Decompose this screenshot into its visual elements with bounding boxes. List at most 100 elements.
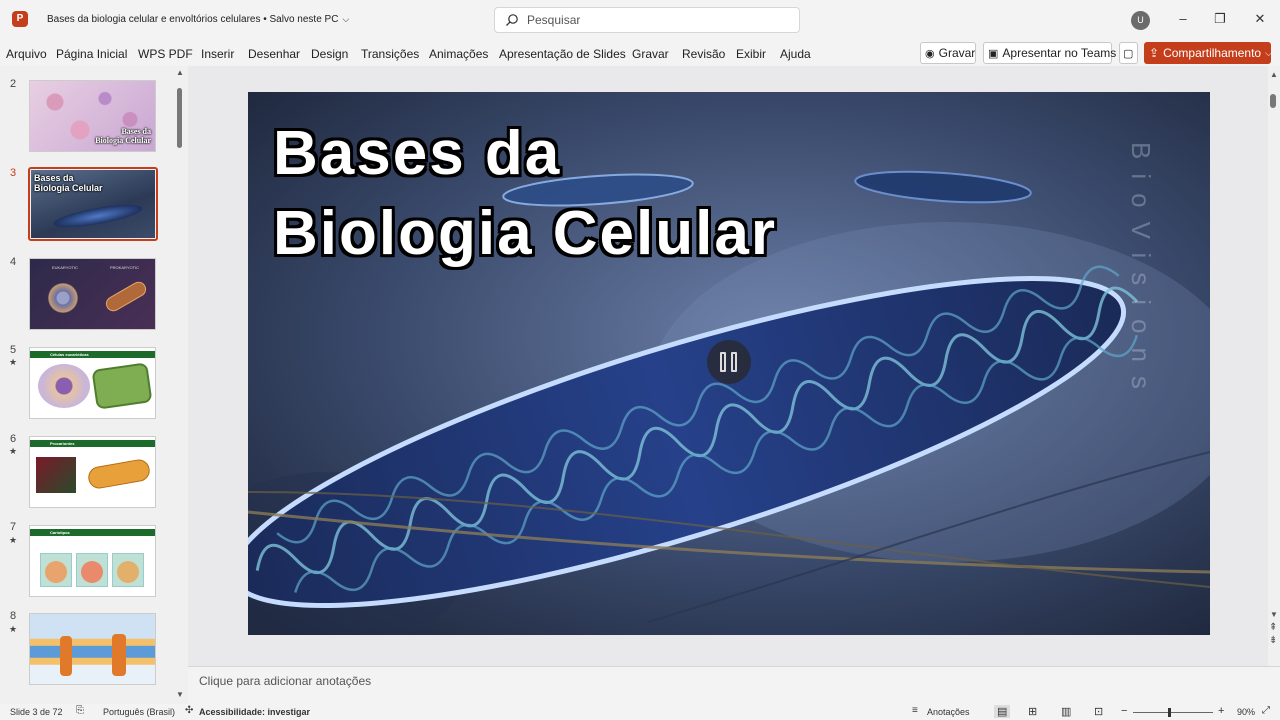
slide-thumbnail[interactable]: Células eucarióticas (29, 347, 156, 419)
slide-number: 7 (10, 521, 17, 533)
slide-number: 6 (10, 433, 17, 445)
slide-thumbnail[interactable] (29, 613, 156, 685)
slide-thumbnail[interactable]: Bases da Biologia Celular (29, 80, 156, 152)
star-icon: ★ (9, 535, 18, 545)
slide-thumbnail[interactable]: Cariotipos (29, 525, 156, 597)
star-icon: ★ (9, 624, 18, 634)
zoom-level[interactable]: 90% (1237, 707, 1255, 717)
tab-transicoes[interactable]: Transições (361, 47, 419, 61)
search-box[interactable] (494, 7, 800, 33)
teams-icon: ▣ (988, 47, 999, 60)
teams-label: Apresentar no Teams (1002, 46, 1117, 60)
record-label: Gravar (938, 46, 976, 60)
chevron-down-icon: ⌵ (1265, 47, 1272, 58)
prokaryote-diagram-shape (86, 457, 152, 491)
zoom-out-icon[interactable]: − (1121, 705, 1127, 717)
present-in-teams-button[interactable]: ▣ Apresentar no Teams (983, 42, 1116, 64)
scroll-down-icon[interactable]: ▼ (176, 690, 184, 699)
star-icon: ★ (9, 446, 18, 456)
thumb-title-line: Bases da (121, 127, 151, 136)
slide-count: Slide 3 de 72 (10, 707, 63, 717)
scroll-down-icon[interactable]: ▼ (1270, 610, 1278, 619)
tab-exibir[interactable]: Exibir (736, 47, 766, 61)
document-title-text: Bases da biologia celular e envoltórios … (47, 14, 339, 25)
notes-toggle[interactable]: Anotações (927, 707, 970, 717)
record-icon: ◉ (925, 47, 935, 60)
plant-cell-shape (91, 362, 153, 410)
thumb-label: PROKARYOTIC (110, 265, 140, 270)
tab-animacoes[interactable]: Animações (429, 47, 488, 61)
slide-title-line: Biologia Celular (273, 199, 777, 268)
avatar[interactable]: U (1131, 11, 1150, 30)
thumb-header: Procariontes (50, 441, 75, 446)
thumb-title-line: Biologia Celular (34, 183, 103, 193)
comments-button[interactable]: ▢ (1119, 42, 1138, 64)
thumb-label: EUKARYOTIC (52, 265, 78, 270)
prokaryotic-cell-shape (103, 279, 149, 314)
comment-icon: ▢ (1123, 47, 1134, 60)
tab-wps-pdf[interactable]: WPS PDF (138, 47, 193, 61)
tab-ajuda[interactable]: Ajuda (780, 47, 811, 61)
tab-apresentacao-de-slides[interactable]: Apresentação de Slides (499, 47, 626, 61)
zoom-slider-handle[interactable] (1168, 708, 1171, 717)
scroll-up-icon[interactable]: ▲ (1270, 70, 1278, 79)
accessibility-status[interactable]: Acessibilidade: investigar (199, 707, 310, 717)
status-bar: Slide 3 de 72 ⎘ Português (Brasil) ✣ Ace… (0, 704, 1280, 720)
star-icon: ★ (9, 357, 18, 367)
slide-title[interactable]: Bases da Biologia Celular (273, 114, 777, 274)
tab-pagina-inicial[interactable]: Página Inicial (56, 47, 127, 61)
slide-sorter-icon[interactable]: ⊞ (1028, 705, 1037, 718)
slide-number: 8 (10, 610, 17, 622)
ribbon-tabs: Arquivo Página Inicial WPS PDF Inserir D… (0, 40, 1280, 66)
tab-design[interactable]: Design (311, 47, 348, 61)
tab-inserir[interactable]: Inserir (201, 47, 234, 61)
record-button[interactable]: ◉ Gravar (920, 42, 976, 64)
scroll-up-icon[interactable]: ▲ (176, 68, 184, 77)
accessibility-icon: ✣ (185, 705, 194, 716)
slide-number: 5 (10, 344, 17, 356)
slide-thumbnail[interactable]: Procariontes (29, 436, 156, 508)
share-icon: ⇪ (1149, 46, 1160, 60)
thumb-header: Células eucarióticas (50, 352, 89, 357)
spellcheck-icon[interactable]: ⎘ (76, 705, 84, 716)
slide-number: 2 (10, 78, 17, 90)
watermark: BioVisions (1126, 142, 1156, 403)
language[interactable]: Português (Brasil) (103, 707, 175, 717)
tab-desenhar[interactable]: Desenhar (248, 47, 300, 61)
zoom-slider[interactable] (1133, 712, 1213, 713)
bacteria-photo-shape (36, 457, 76, 493)
share-button[interactable]: ⇪ Compartilhamento ⌵ (1144, 42, 1272, 64)
thumb-title-line: Bases da (34, 173, 74, 183)
thumbnail-scrollbar[interactable] (174, 66, 184, 704)
chevron-down-icon[interactable]: ⌵ (342, 14, 349, 25)
zoom-in-icon[interactable]: + (1218, 705, 1224, 717)
tab-revisao[interactable]: Revisão (682, 47, 725, 61)
tab-gravar[interactable]: Gravar (632, 47, 669, 61)
document-title[interactable]: Bases da biologia celular e envoltórios … (47, 14, 349, 25)
close-icon[interactable]: ✕ (1252, 11, 1268, 27)
animal-cell-shape (38, 364, 90, 408)
slide-thumbnail[interactable]: EUKARYOTIC PROKARYOTIC (29, 258, 156, 330)
thumbnail-scrollbar-thumb[interactable] (177, 88, 182, 148)
minimize-icon[interactable]: – (1175, 11, 1191, 27)
next-slide-icon[interactable]: ⇟ (1269, 635, 1277, 646)
thumb-title-line: Biologia Celular (95, 136, 151, 145)
slide-title-line: Bases da (273, 119, 562, 188)
slide-number: 3 (10, 167, 17, 179)
previous-slide-icon[interactable]: ⇞ (1269, 622, 1277, 633)
title-bar: P Bases da biologia celular e envoltório… (0, 0, 1280, 40)
fit-to-window-icon[interactable]: ⤢ (1262, 705, 1270, 716)
notes-pane[interactable]: Clique para adicionar anotações (188, 666, 1280, 704)
slideshow-icon[interactable]: ⊡ (1094, 705, 1103, 718)
reading-view-icon[interactable]: ▥ (1061, 705, 1071, 718)
slide-thumbnail-active[interactable]: Bases da Biologia Celular (28, 167, 158, 241)
current-slide[interactable]: Bases da Biologia Celular BioVisions (248, 92, 1210, 635)
pause-icon[interactable] (707, 340, 751, 384)
tab-arquivo[interactable]: Arquivo (6, 47, 47, 61)
normal-view-icon[interactable]: ▤ (994, 705, 1011, 718)
maximize-icon[interactable]: ❐ (1212, 11, 1228, 27)
slide-number: 4 (10, 256, 17, 268)
share-label: Compartilhamento (1163, 46, 1262, 60)
search-input[interactable] (527, 11, 787, 29)
editor-scrollbar-thumb[interactable] (1270, 94, 1276, 108)
